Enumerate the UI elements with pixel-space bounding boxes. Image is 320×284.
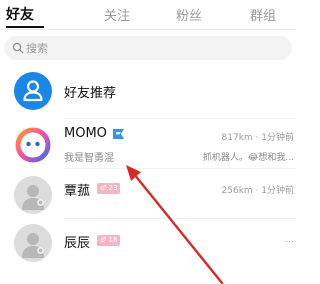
gender-age-badge: ♂ 23 [97,183,121,194]
tab-divider [0,29,296,30]
contact-name: MOMO [64,126,107,141]
search-bar[interactable] [4,36,292,60]
contact-distance-time: ... [285,235,294,245]
tab-following[interactable]: 关注 [104,5,130,24]
contact-subtitle: 我是智勇混 [64,153,114,164]
friend-recommend-label: 好友推荐 [64,86,117,101]
contact-last-message: 抓机器人。😂想和我... [202,153,294,163]
contact-name: 覃菰 [64,184,91,199]
search-icon [12,42,24,54]
row-divider [64,218,296,219]
default-avatar-icon [14,176,52,214]
user-icon [14,72,52,110]
contact-distance-time: 817km · 1分钟前 [221,133,294,143]
tab-friends[interactable]: 好友 [6,4,34,24]
list-item-momo[interactable]: MOMO 我是智勇混 817km · 1分钟前 抓机器人。😂想和我... [0,118,296,172]
contact-distance-time: 256km · 1分钟前 [221,186,294,196]
flag-icon [112,128,125,140]
gender-age-badge: ♂ 18 [97,235,121,246]
momo-logo-icon [14,126,52,164]
list-item-contact[interactable]: 辰辰 ♂ 18 ... [0,218,296,272]
friend-recommend-row[interactable]: 好友推荐 [0,64,296,118]
tab-fans[interactable]: 粉丝 [176,5,202,24]
row-divider [64,168,296,169]
search-input[interactable] [26,36,276,60]
active-tab-indicator [6,26,44,28]
row-divider [64,118,296,119]
list-item-contact[interactable]: 覃菰 ♂ 23 256km · 1分钟前 [0,168,296,222]
contact-name: 辰辰 [64,236,91,251]
tab-groups[interactable]: 群组 [250,5,276,24]
tab-bar: 好友 关注 粉丝 群组 [0,0,296,28]
default-avatar-icon [14,224,52,262]
